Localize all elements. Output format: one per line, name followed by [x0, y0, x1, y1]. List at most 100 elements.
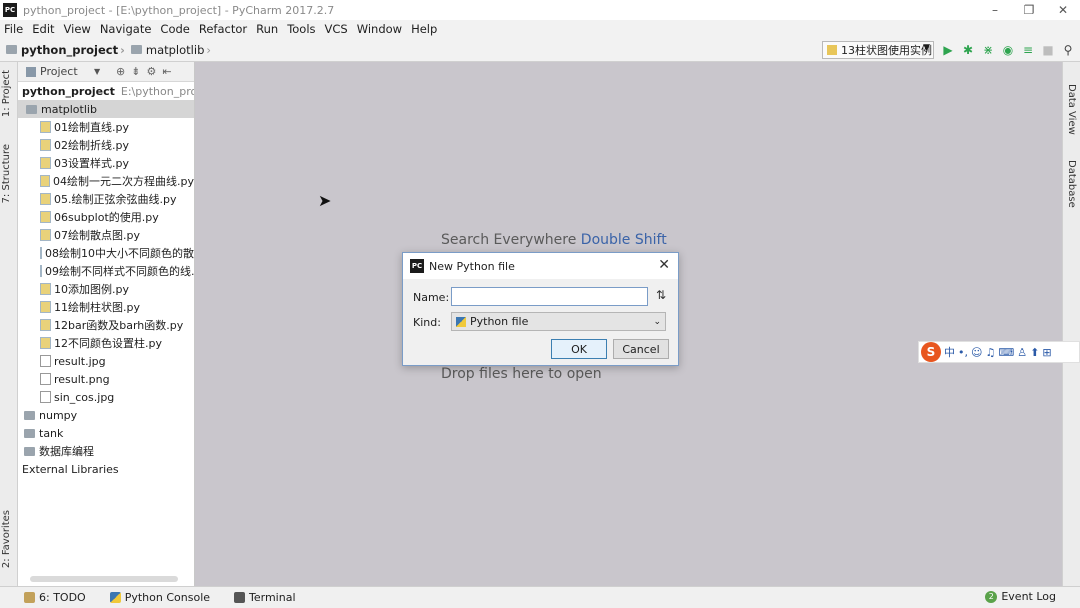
user-icon[interactable]: ♙	[1017, 346, 1027, 359]
cancel-button[interactable]: Cancel	[613, 339, 669, 359]
tree-file-item[interactable]: 11绘制柱状图.py	[18, 298, 194, 316]
menu-run[interactable]: Run	[256, 22, 278, 36]
tree-folder-label: matplotlib	[41, 102, 97, 116]
tree-folder-matplotlib[interactable]: matplotlib	[18, 100, 194, 118]
tree-file-item[interactable]: sin_cos.jpg	[18, 388, 194, 406]
ime-punctuation-toggle[interactable]: •,	[958, 346, 968, 359]
tree-file-item[interactable]: 07绘制散点图.py	[18, 226, 194, 244]
close-window-button[interactable]: ✕	[1046, 0, 1080, 20]
menu-code[interactable]: Code	[160, 22, 189, 36]
ime-language-toggle[interactable]: 中	[944, 344, 955, 360]
keyboard-icon[interactable]: ⌨	[998, 346, 1014, 359]
folder-icon	[6, 45, 17, 54]
menu-file[interactable]: File	[4, 22, 23, 36]
menu-help[interactable]: Help	[411, 22, 437, 36]
ok-button[interactable]: OK	[551, 339, 607, 359]
tree-folder-database[interactable]: 数据库编程	[18, 442, 194, 460]
run-configuration-select[interactable]: 13柱状图使用实例 ▼	[822, 41, 934, 59]
restore-button[interactable]: ❐	[1012, 0, 1046, 20]
search-icon[interactable]: ⚲	[1060, 42, 1076, 58]
search-everywhere-hint: Search Everywhere Double Shift	[441, 232, 667, 248]
project-view-select[interactable]: Project	[40, 65, 78, 78]
tree-file-label: 02绘制折线.py	[54, 139, 129, 152]
tree-file-label: 12bar函数及barh函数.py	[54, 319, 184, 332]
tree-folder-tank[interactable]: tank	[18, 424, 194, 442]
chevron-right-icon: ›	[206, 42, 211, 57]
build-icon[interactable]: ≡	[1020, 42, 1036, 58]
breadcrumb-project[interactable]: python_project ›	[6, 43, 125, 57]
event-count-badge: 2	[985, 590, 998, 603]
tree-file-item[interactable]: 09绘制不同样式不同颜色的线.py	[18, 262, 194, 280]
sort-arrows-icon[interactable]: ⇅	[656, 288, 666, 302]
microphone-icon[interactable]: ♫	[985, 346, 995, 359]
menu-navigate[interactable]: Navigate	[100, 22, 152, 36]
gear-icon[interactable]: ⚙	[146, 65, 156, 78]
tree-file-item[interactable]: result.png	[18, 370, 194, 388]
tree-external-libraries[interactable]: External Libraries	[18, 460, 194, 478]
collapse-all-icon[interactable]: ⇟	[131, 65, 140, 78]
folder-icon	[26, 104, 37, 114]
menu-refactor[interactable]: Refactor	[199, 22, 247, 36]
menu-window[interactable]: Window	[357, 22, 402, 36]
run-icon[interactable]: ▶	[940, 42, 956, 58]
minimize-button[interactable]: –	[978, 0, 1012, 20]
file-name-input[interactable]	[451, 287, 648, 306]
menu-tools[interactable]: Tools	[287, 22, 315, 36]
todo-tab[interactable]: 6: TODO	[24, 591, 86, 604]
tree-file-item[interactable]: 01绘制直线.py	[18, 118, 194, 136]
python-file-icon	[40, 139, 51, 151]
python-console-tab[interactable]: Python Console	[109, 591, 210, 604]
tab-structure[interactable]: 7: Structure	[1, 144, 12, 203]
breadcrumb-matplotlib-label: matplotlib	[145, 42, 205, 57]
menu-vcs[interactable]: VCS	[325, 22, 348, 36]
profile-icon[interactable]: ◉	[1000, 42, 1016, 58]
tab-database[interactable]: Database	[1066, 160, 1077, 208]
tree-file-label: 07绘制散点图.py	[54, 229, 140, 242]
horizontal-scrollbar[interactable]	[30, 576, 178, 582]
chevron-down-icon[interactable]: ▼	[94, 67, 100, 76]
tree-file-item[interactable]: 05.绘制正弦余弦曲线.py	[18, 190, 194, 208]
tree-file-item[interactable]: 06subplot的使用.py	[18, 208, 194, 226]
close-icon[interactable]: ✕	[658, 257, 670, 273]
file-list: 01绘制直线.py 02绘制折线.py 03设置样式.py 04绘制一元二次方程曲线.…	[18, 118, 194, 406]
tree-file-item[interactable]: 03设置样式.py	[18, 154, 194, 172]
menu-edit[interactable]: Edit	[32, 22, 54, 36]
folder-icon	[24, 410, 35, 420]
tree-file-item[interactable]: 02绘制折线.py	[18, 136, 194, 154]
dialog-title-bar: PC New Python file ✕	[403, 253, 678, 279]
tree-file-item[interactable]: 12不同颜色设置柱.py	[18, 334, 194, 352]
python-file-icon	[40, 265, 42, 277]
tree-folder-numpy[interactable]: numpy	[18, 406, 194, 424]
tree-file-item[interactable]: result.jpg	[18, 352, 194, 370]
breadcrumb-matplotlib[interactable]: matplotlib ›	[130, 42, 211, 57]
skin-icon[interactable]: ⬆	[1030, 346, 1039, 359]
tree-file-item[interactable]: 04绘制一元二次方程曲线.py	[18, 172, 194, 190]
tree-file-label: 06subplot的使用.py	[54, 211, 159, 224]
tree-file-item[interactable]: 12bar函数及barh函数.py	[18, 316, 194, 334]
hide-panel-icon[interactable]: ⇤	[162, 65, 171, 78]
sogou-logo-icon[interactable]: S	[921, 342, 941, 362]
tree-root[interactable]: python_project E:\python_project	[18, 82, 194, 100]
kind-label: Kind:	[413, 316, 441, 329]
tab-favorites[interactable]: 2: Favorites	[1, 510, 12, 568]
tab-data-view[interactable]: Data View	[1066, 84, 1077, 135]
terminal-tab[interactable]: Terminal	[234, 591, 296, 604]
tree-root-label: python_project	[22, 84, 115, 98]
kind-select[interactable]: Python file ⌄	[451, 312, 666, 331]
menu-view[interactable]: View	[64, 22, 91, 36]
toolbox-icon[interactable]: ⊞	[1042, 346, 1051, 359]
tree-file-item[interactable]: 08绘制10中大小不同颜色的散点图	[18, 244, 194, 262]
debug-icon[interactable]: ✱	[960, 42, 976, 58]
coverage-icon[interactable]: ⋇	[980, 42, 996, 58]
emoji-icon[interactable]: ☺	[971, 346, 982, 359]
python-file-icon	[40, 337, 51, 349]
scroll-from-source-icon[interactable]: ⊕	[116, 65, 125, 78]
tree-file-label: result.png	[54, 372, 110, 386]
stop-icon[interactable]: ■	[1040, 42, 1056, 58]
tab-project[interactable]: 1: Project	[1, 70, 12, 117]
event-log-tab[interactable]: 2 Event Log	[985, 590, 1056, 603]
menu-bar: File Edit View Navigate Code Refactor Ru…	[0, 20, 1080, 38]
search-everywhere-shortcut: Double Shift	[580, 232, 667, 248]
image-file-icon	[40, 355, 51, 367]
tree-file-item[interactable]: 10添加图例.py	[18, 280, 194, 298]
